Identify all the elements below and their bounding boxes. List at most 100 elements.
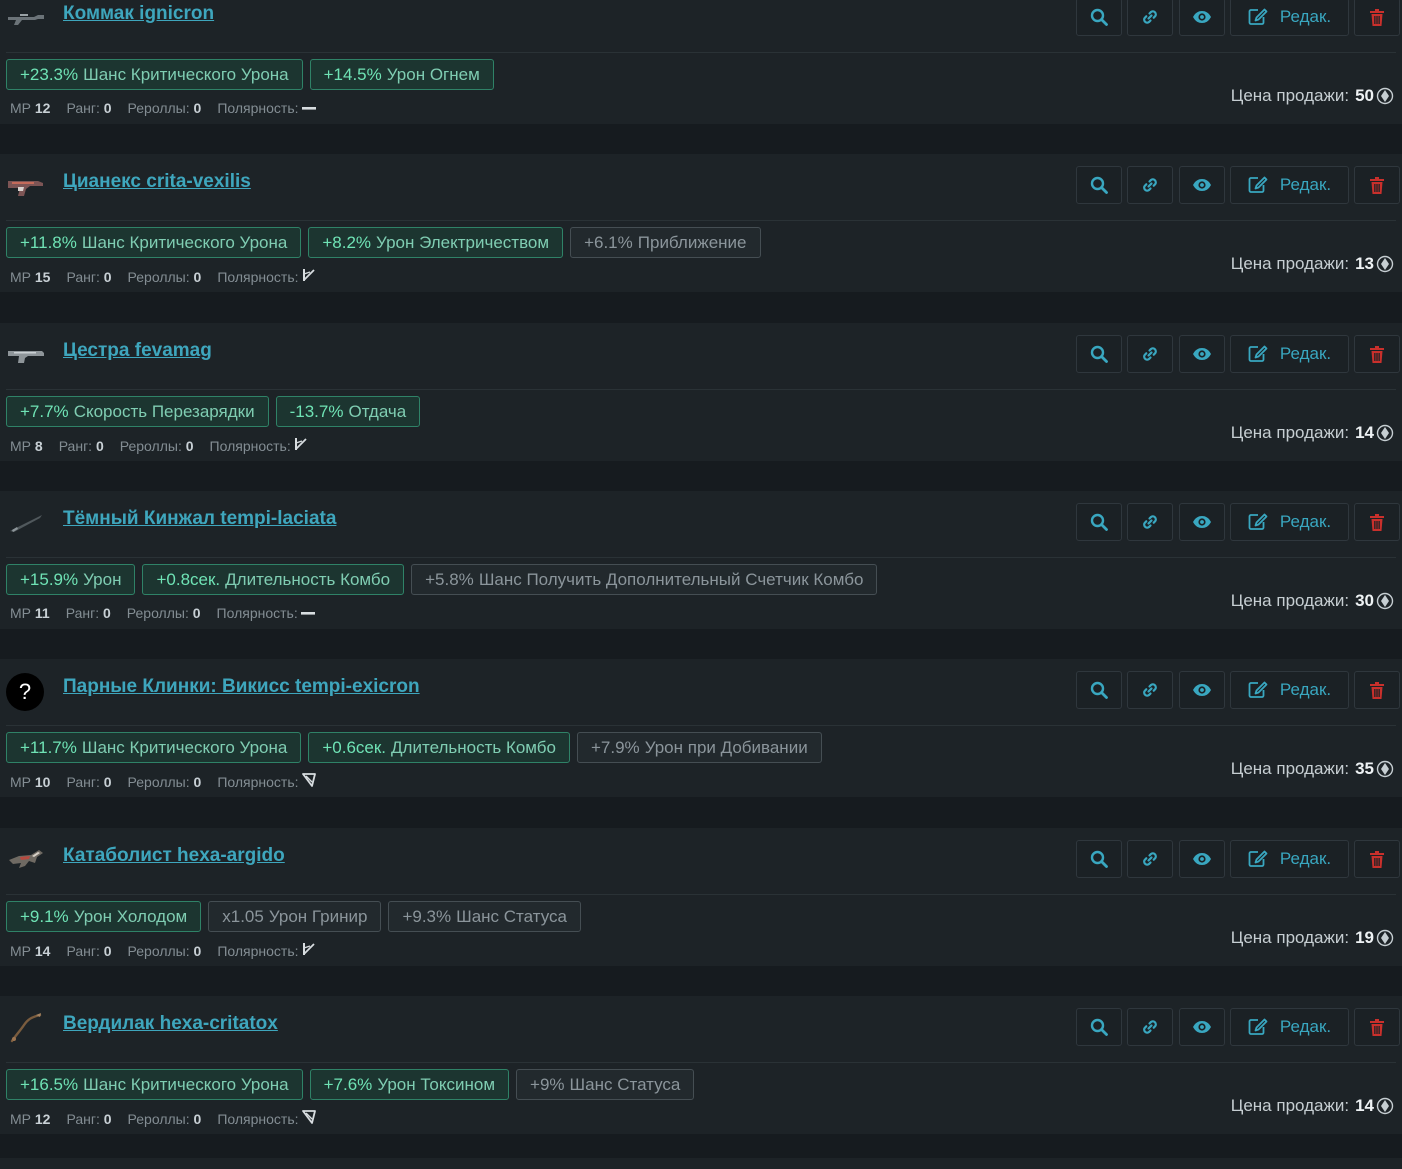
weapon-title-link[interactable]: Цианекс crita-vexilis — [63, 171, 251, 193]
sell-price-label: Цена продажи: — [1230, 1096, 1350, 1115]
link-button[interactable] — [1127, 671, 1173, 709]
view-button[interactable] — [1179, 503, 1225, 541]
reroll-count-value: 0 — [193, 100, 202, 116]
reroll-count-value: 0 — [193, 773, 202, 790]
mastery-rank-value: 12 — [34, 1110, 51, 1127]
rifle-exotic-icon — [6, 846, 46, 874]
delete-button[interactable] — [1354, 166, 1400, 204]
search-button[interactable] — [1076, 335, 1122, 373]
search-button[interactable] — [1076, 0, 1122, 36]
view-button[interactable] — [1179, 671, 1225, 709]
link-button[interactable] — [1127, 503, 1173, 541]
link-button[interactable] — [1127, 335, 1173, 373]
stat-value: +11.8% — [20, 232, 77, 252]
edit-button[interactable]: Редак. — [1230, 503, 1349, 541]
weapon-title-link[interactable]: Парные Клинки: Викисс tempi-exicron — [63, 676, 420, 698]
pistol-icon — [6, 341, 46, 369]
mastery-rank-label: МР — [10, 268, 31, 285]
search-icon — [1090, 850, 1108, 868]
delete-button[interactable] — [1354, 671, 1400, 709]
riven-stats: МР 8 Ранг: 0 Рероллы: 0 Полярность: — [10, 437, 308, 454]
edit-button[interactable]: Редак. — [1230, 840, 1349, 878]
riven-rank-value: 0 — [103, 773, 112, 790]
search-icon — [1090, 1018, 1108, 1036]
stat-value: -13.7% — [289, 401, 344, 421]
stat-name: Шанс Критического Урона — [83, 64, 289, 84]
card-header: Вердилак hexa-critatox Редак. — [0, 1008, 1402, 1048]
mastery-rank: МР 10 — [10, 774, 50, 790]
stat-tag: +0.8сек. Длительность Комбо — [142, 564, 405, 595]
polarity-dash-icon — [300, 608, 315, 618]
link-icon — [1141, 176, 1159, 194]
search-button[interactable] — [1076, 840, 1122, 878]
search-icon — [1090, 345, 1108, 363]
edit-button-label: Редак. — [1279, 680, 1332, 699]
view-button[interactable] — [1179, 335, 1225, 373]
stat-name: Урон Электричеством — [376, 232, 550, 252]
view-button[interactable] — [1179, 0, 1225, 36]
reroll-count-label: Рероллы: — [127, 100, 190, 116]
weapon-title-link[interactable]: Тёмный Кинжал tempi-laciata — [63, 508, 336, 530]
polarity: Полярность: — [217, 268, 315, 285]
stat-value: +9.3% — [402, 906, 452, 926]
riven-stats: МР 11 Ранг: 0 Рероллы: 0 Полярность: — [10, 605, 315, 621]
edit-icon — [1248, 681, 1268, 699]
edit-icon — [1248, 8, 1268, 26]
stat-name: Шанс Критического Урона — [81, 232, 288, 252]
platinum-icon — [1376, 1097, 1394, 1115]
link-button[interactable] — [1127, 0, 1173, 36]
edit-button[interactable]: Редак. — [1230, 671, 1349, 709]
link-button[interactable] — [1127, 166, 1173, 204]
view-button[interactable] — [1179, 840, 1225, 878]
sell-price-label: Цена продажи: — [1230, 759, 1350, 778]
riven-rank-label: Ранг: — [66, 1110, 100, 1127]
search-button[interactable] — [1076, 671, 1122, 709]
delete-button[interactable] — [1354, 1008, 1400, 1046]
weapon-title-link[interactable]: Вердилак hexa-critatox — [63, 1013, 278, 1035]
stat-tag: +23.3% Шанс Критического Урона — [6, 59, 303, 90]
polarity: Полярность: — [217, 942, 315, 959]
polarity-label: Полярность: — [217, 1111, 299, 1127]
stat-tag: +9.3% Шанс Статуса — [388, 901, 581, 932]
weapon-title-link[interactable]: Цестра fevamag — [63, 340, 212, 362]
riven-card: Тёмный Кинжал tempi-laciata Редак. +15.9% У… — [0, 491, 1402, 629]
edit-button[interactable]: Редак. — [1230, 0, 1349, 36]
view-button[interactable] — [1179, 166, 1225, 204]
polarity-madurai-icon — [294, 437, 308, 451]
edit-icon — [1248, 513, 1268, 531]
riven-card: Катаболист hexa-argido Редак. +9.1% Урон Хо… — [0, 828, 1402, 966]
link-icon — [1141, 345, 1159, 363]
link-icon — [1141, 681, 1159, 699]
weapon-title-link[interactable]: Катаболист hexa-argido — [63, 845, 285, 867]
link-icon — [1141, 850, 1159, 868]
riven-rank-label: Ранг: — [66, 773, 100, 790]
search-button[interactable] — [1076, 1008, 1122, 1046]
edit-button[interactable]: Редак. — [1230, 166, 1349, 204]
search-button[interactable] — [1076, 503, 1122, 541]
delete-button[interactable] — [1354, 0, 1400, 36]
polarity-dash-icon — [301, 103, 316, 113]
weapon-title-link[interactable]: Коммак ignicron — [63, 3, 214, 25]
delete-button[interactable] — [1354, 840, 1400, 878]
trash-icon — [1370, 1018, 1384, 1036]
stat-value: +16.5% — [20, 1074, 79, 1094]
eye-icon — [1192, 683, 1212, 697]
edit-button[interactable]: Редак. — [1230, 1008, 1349, 1046]
card-header: Цианекс crita-vexilis Редак. — [0, 166, 1402, 206]
edit-button[interactable]: Редак. — [1230, 335, 1349, 373]
riven-rank: Ранг: 0 — [66, 100, 111, 116]
link-button[interactable] — [1127, 1008, 1173, 1046]
link-icon — [1141, 513, 1159, 531]
card-header: Катаболист hexa-argido Редак. — [0, 840, 1402, 880]
mastery-rank-value: 12 — [34, 100, 51, 116]
delete-button[interactable] — [1354, 503, 1400, 541]
edit-button-label: Редак. — [1279, 7, 1332, 26]
view-button[interactable] — [1179, 1008, 1225, 1046]
search-button[interactable] — [1076, 166, 1122, 204]
riven-rank: Ранг: 0 — [66, 269, 111, 285]
reroll-count-label: Рероллы: — [127, 268, 190, 285]
mastery-rank: МР 12 — [10, 100, 50, 116]
link-button[interactable] — [1127, 840, 1173, 878]
delete-button[interactable] — [1354, 335, 1400, 373]
stat-value: +11.7% — [20, 737, 77, 757]
